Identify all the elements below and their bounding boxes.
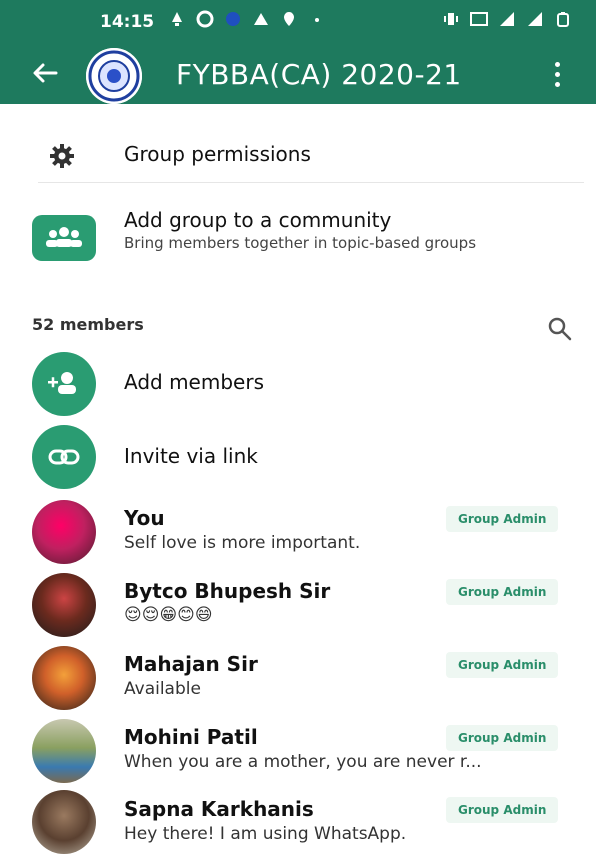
- group-admin-badge: Group Admin: [446, 652, 559, 678]
- app-bar: FYBBA(CA) 2020-21: [0, 46, 596, 104]
- location-icon: [284, 12, 294, 26]
- group-admin-badge: Group Admin: [446, 725, 559, 751]
- status-bar: 14:15: [0, 0, 596, 44]
- member-name: Mahajan Sir: [124, 652, 258, 676]
- group-title[interactable]: FYBBA(CA) 2020-21: [176, 58, 462, 91]
- member-status: Self love is more important.: [124, 533, 361, 553]
- member-name: You: [124, 506, 165, 530]
- add-person-icon: [48, 372, 76, 394]
- vibrate-icon: [444, 13, 458, 25]
- divider: [38, 182, 584, 183]
- member-name: Sapna Karkhanis: [124, 797, 314, 821]
- status-icons-left: [168, 10, 326, 28]
- community-icon[interactable]: [32, 215, 96, 261]
- status-icons-right: [442, 10, 572, 28]
- status-time: 14:15: [100, 12, 155, 32]
- group-admin-badge: Group Admin: [446, 579, 559, 605]
- avatar[interactable]: [32, 500, 96, 564]
- member-status: Available: [124, 679, 201, 699]
- member-status: When you are a mother, you are never r..…: [124, 752, 482, 772]
- add-members-label[interactable]: Add members: [124, 370, 264, 394]
- dot-icon: [315, 18, 319, 22]
- app-icon: [196, 10, 214, 28]
- link-icon: [48, 449, 80, 465]
- invite-link-button[interactable]: [32, 425, 96, 489]
- group-admin-badge: Group Admin: [446, 797, 559, 823]
- people-icon: [46, 227, 82, 247]
- avatar[interactable]: [32, 573, 96, 637]
- gear-icon: [50, 144, 74, 168]
- avatar[interactable]: [32, 790, 96, 854]
- avatar[interactable]: [32, 719, 96, 783]
- group-avatar[interactable]: [86, 48, 142, 104]
- avatar[interactable]: [32, 646, 96, 710]
- drive-icon: [254, 13, 268, 25]
- app-icon-blue: [226, 12, 240, 26]
- invite-link-label[interactable]: Invite via link: [124, 444, 258, 468]
- volte-icon: [470, 12, 488, 26]
- more-options-icon[interactable]: [552, 62, 562, 90]
- signal-2-icon: [528, 12, 542, 26]
- notification-icon: [172, 12, 182, 26]
- search-icon[interactable]: [546, 315, 574, 343]
- signal-icon: [500, 12, 514, 26]
- add-members-button[interactable]: [32, 352, 96, 416]
- add-to-community-title[interactable]: Add group to a community: [124, 208, 391, 232]
- member-name: Mohini Patil: [124, 725, 258, 749]
- group-admin-badge: Group Admin: [446, 506, 559, 532]
- add-to-community-subtitle: Bring members together in topic-based gr…: [124, 234, 477, 252]
- member-status: 😌😌😁😊😄: [124, 605, 213, 625]
- member-name: Bytco Bhupesh Sir: [124, 579, 331, 603]
- members-count: 52 members: [32, 315, 144, 334]
- member-status: Hey there! I am using WhatsApp.: [124, 824, 407, 844]
- battery-icon: [557, 12, 569, 27]
- top-app-bar: 14:15 FYBBA(CA) 2020-21: [0, 0, 596, 104]
- group-permissions-label[interactable]: Group permissions: [124, 142, 311, 166]
- back-arrow-icon[interactable]: [28, 56, 62, 90]
- group-emblem-icon: [88, 50, 140, 102]
